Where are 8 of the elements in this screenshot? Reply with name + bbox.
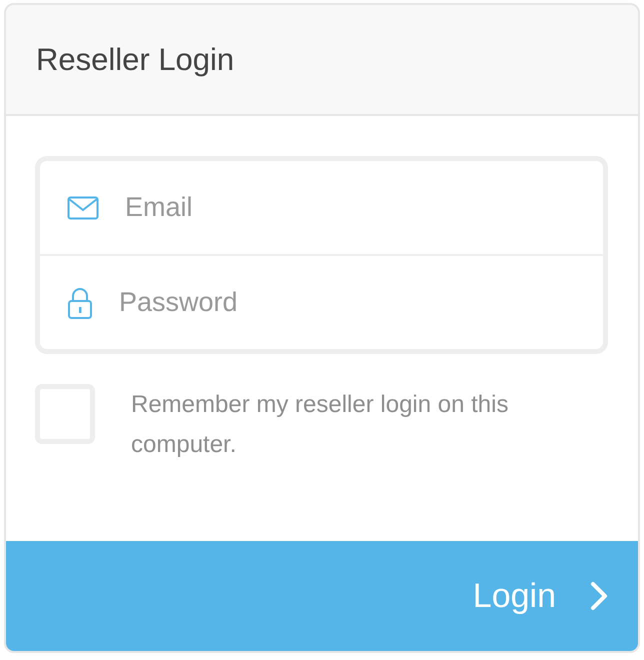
chevron-right-icon bbox=[590, 581, 608, 611]
lock-icon bbox=[67, 286, 93, 318]
email-field[interactable]: Email bbox=[125, 188, 593, 227]
login-button[interactable]: Login bbox=[6, 541, 638, 651]
password-field[interactable]: Password bbox=[119, 283, 593, 322]
remember-label: Remember my reseller login on this computer. bbox=[131, 390, 510, 460]
card-title: Reseller Login bbox=[36, 42, 234, 78]
envelope-icon bbox=[67, 196, 99, 220]
